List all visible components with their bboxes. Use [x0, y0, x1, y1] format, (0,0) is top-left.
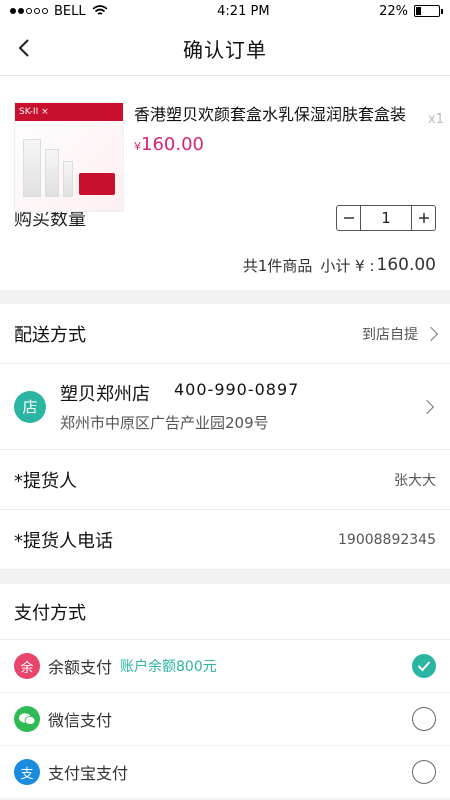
subtotal-amount: 160.00 — [376, 255, 436, 275]
carrier-label: BELL — [54, 3, 86, 19]
radio-unchecked[interactable] — [412, 760, 436, 784]
pickup-person-row[interactable]: *提货人 张大大 — [0, 450, 450, 510]
pickup-phone-row[interactable]: *提货人电话 19008892345 — [0, 510, 450, 570]
wifi-icon — [92, 5, 108, 15]
delivery-row[interactable]: 配送方式 到店自提 — [0, 304, 450, 364]
page-title: 确认订单 — [183, 38, 267, 62]
price-symbol: ¥ — [134, 140, 141, 153]
pickup-phone-value[interactable]: 19008892345 — [338, 532, 436, 548]
store-address: 郑州市中原区广告产业园209号 — [60, 414, 269, 432]
plus-icon — [418, 213, 429, 223]
store-info: 塑贝郑州店 400-990-0897 郑州市中原区广告产业园209号 — [60, 380, 436, 433]
product-info: 香港塑贝欢颜套盒水乳保湿润肤套盒装 ¥160.00 — [134, 102, 436, 196]
wechat-icon — [14, 706, 40, 732]
product-image: SK-II × — [14, 102, 124, 212]
delivery-value-wrap: 到店自提 — [362, 324, 439, 344]
radio-checked[interactable] — [412, 654, 436, 678]
payment-title-row: 支付方式 — [0, 584, 450, 640]
chevron-right-icon — [423, 326, 439, 341]
store-row[interactable]: 店 塑贝郑州店 400-990-0897 郑州市中原区广告产业园209号 — [0, 364, 450, 450]
status-bar: BELL 4:21 PM 22% — [0, 0, 450, 22]
nav-bar: 确认订单 — [0, 22, 450, 76]
item-count: 共1件商品 — [242, 256, 313, 275]
check-icon — [417, 661, 431, 672]
back-button[interactable] — [12, 36, 36, 60]
store-phone: 400-990-0897 — [174, 380, 300, 399]
product-qty: x1 — [428, 112, 444, 127]
signal-icon — [10, 8, 48, 14]
store-icon: 店 — [14, 390, 46, 423]
status-time: 4:21 PM — [217, 3, 270, 19]
pay-method-wechat[interactable]: 微信支付 — [0, 693, 450, 746]
store-name: 塑贝郑州店 — [60, 384, 150, 405]
pay-method-label: 微信支付 — [48, 711, 113, 730]
subtotal-row: 共1件商品 小计 ¥ : 160.00 — [0, 240, 450, 290]
radio-unchecked[interactable] — [412, 707, 436, 731]
chevron-left-icon — [18, 39, 29, 57]
battery-percent: 22% — [379, 3, 408, 19]
store-top: 塑贝郑州店 400-990-0897 — [60, 380, 436, 406]
delivery-value: 到店自提 — [362, 326, 418, 343]
product-image-banner: SK-II × — [15, 103, 123, 121]
price-value: 160.00 — [141, 134, 204, 155]
pay-method-label: 余额支付 — [48, 658, 113, 677]
product-price: ¥160.00 — [134, 134, 436, 155]
pay-method-balance[interactable]: 余 余额支付 账户余额800元 — [0, 640, 450, 693]
subtotal-label: 小计 ¥ : — [320, 256, 375, 275]
minus-icon — [343, 217, 354, 219]
product-name: 香港塑贝欢颜套盒水乳保湿润肤套盒装 — [134, 105, 407, 124]
pickup-person-value[interactable]: 张大大 — [394, 470, 436, 490]
pay-method-alipay[interactable]: 支 支付宝支付 — [0, 746, 450, 799]
alipay-icon: 支 — [14, 759, 40, 785]
pickup-person-label: *提货人 — [14, 470, 77, 492]
payment-title: 支付方式 — [14, 602, 86, 624]
balance-icon: 余 — [14, 653, 40, 679]
battery-icon — [413, 5, 443, 17]
delivery-label: 配送方式 — [14, 324, 86, 346]
increase-button[interactable] — [411, 206, 435, 230]
pickup-phone-label: *提货人电话 — [14, 530, 113, 552]
balance-note: 账户余额800元 — [120, 659, 217, 675]
product-row[interactable]: SK-II × 香港塑贝欢颜套盒水乳保湿润肤套盒装 ¥160.00 x1 — [0, 76, 450, 212]
status-right: 22% — [379, 3, 443, 19]
quantity-stepper: 1 — [336, 205, 436, 231]
quantity-value[interactable]: 1 — [361, 206, 411, 230]
decrease-button[interactable] — [337, 206, 361, 230]
product-card: SK-II × 香港塑贝欢颜套盒水乳保湿润肤套盒装 ¥160.00 x1 购买数… — [0, 76, 450, 290]
status-left: BELL — [10, 4, 108, 19]
pay-method-label: 支付宝支付 — [48, 764, 129, 783]
